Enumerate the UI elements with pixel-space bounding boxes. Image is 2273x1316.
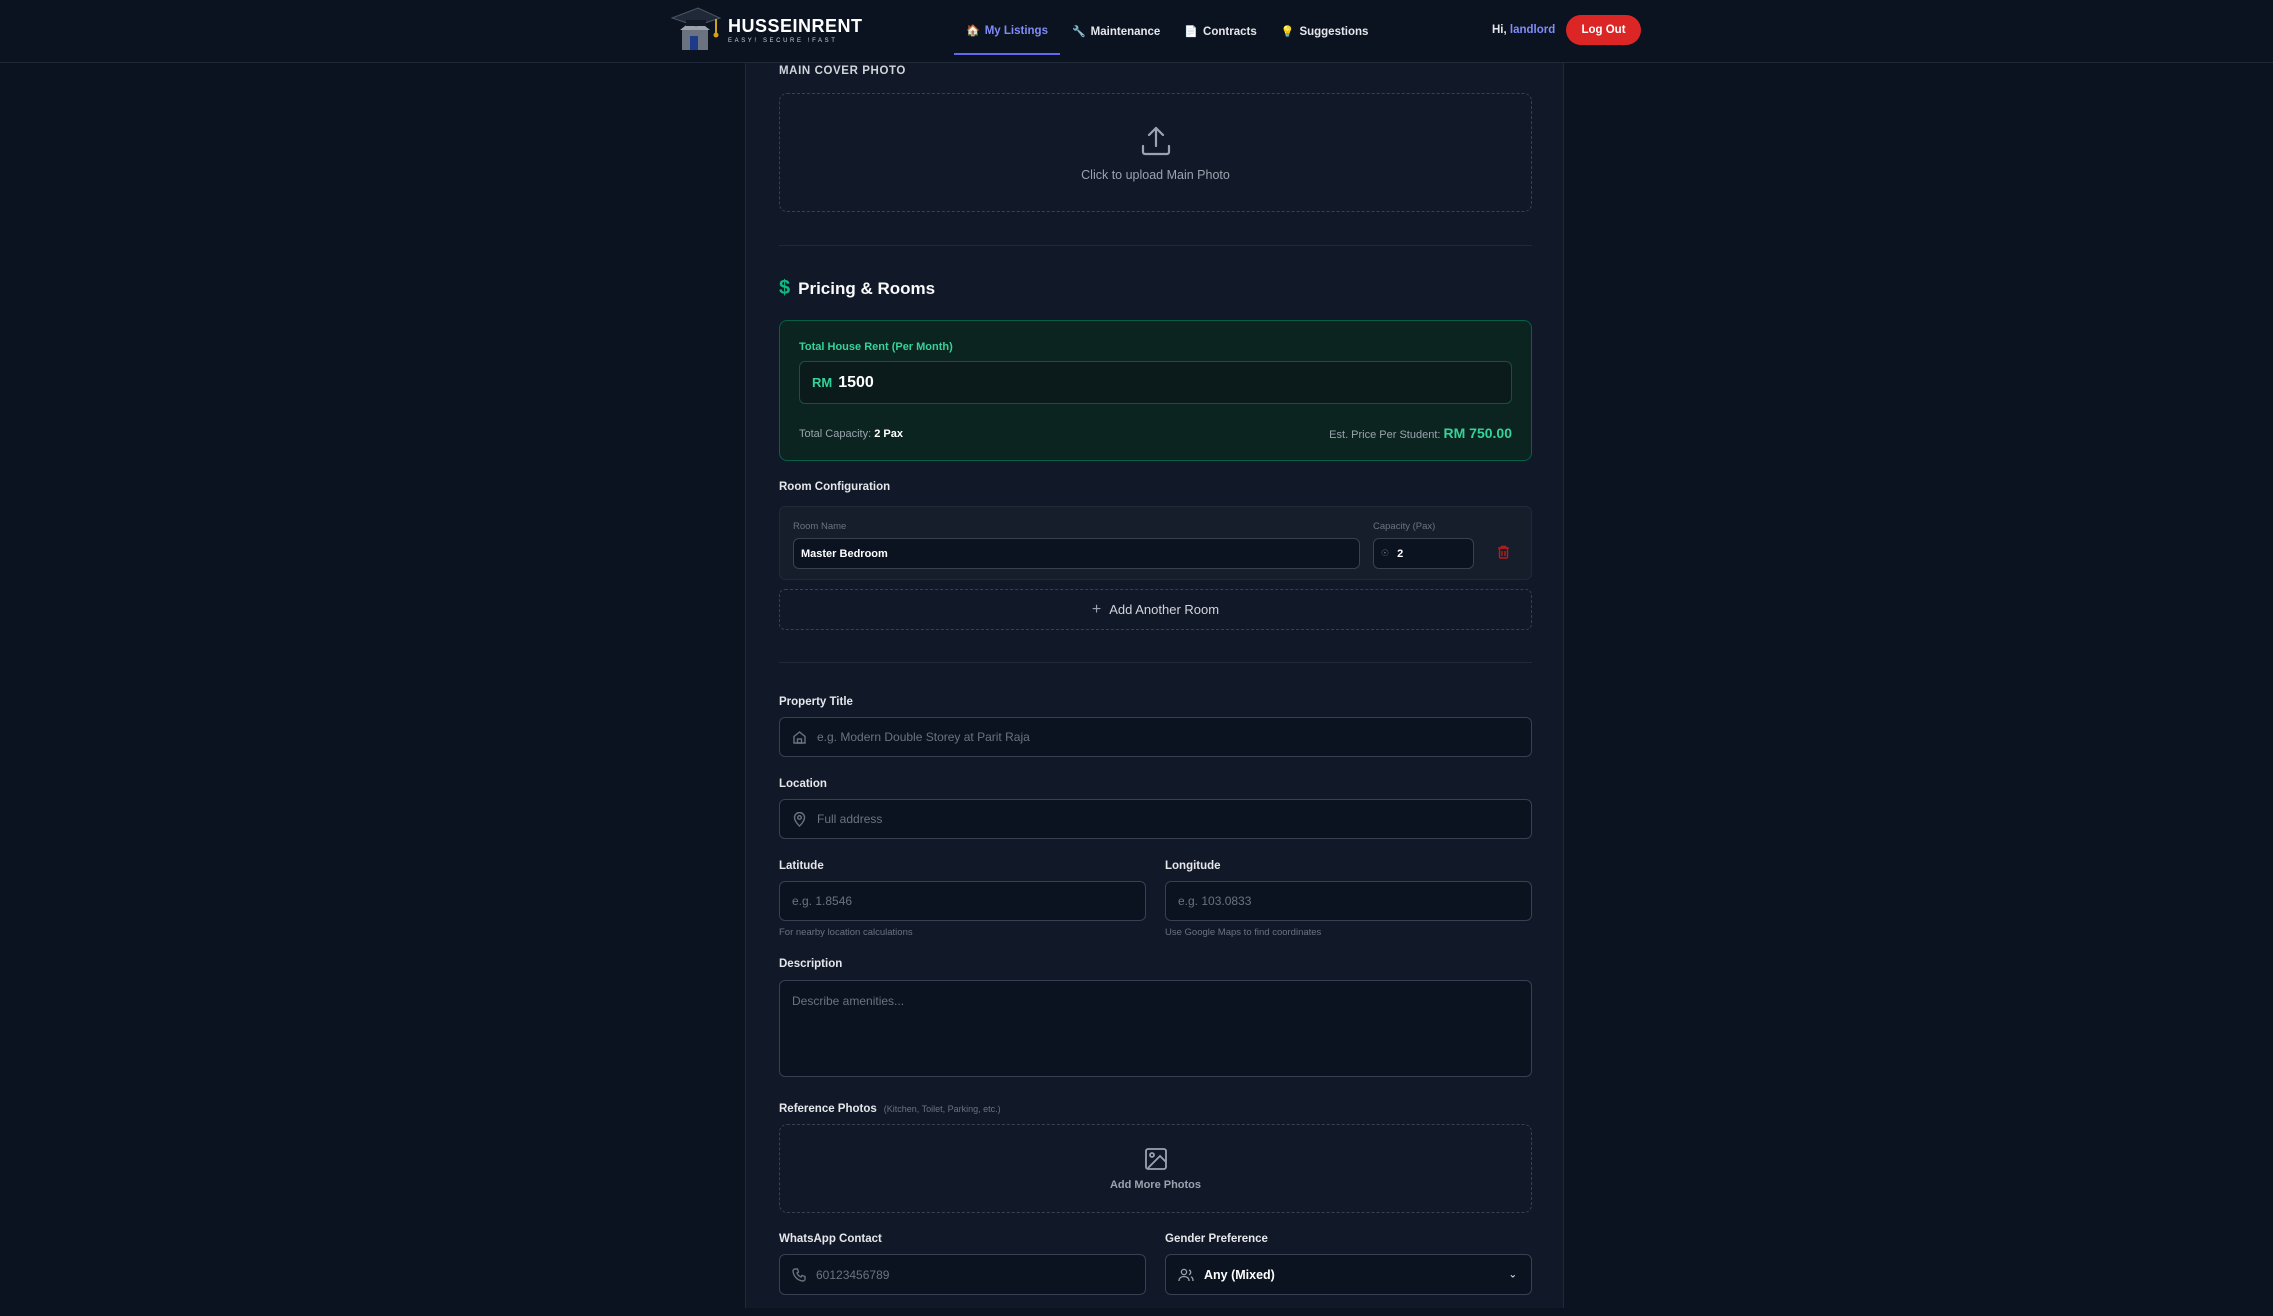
- reference-photos-upload[interactable]: Add More Photos: [779, 1124, 1532, 1213]
- user-greeting: Hi, landlord: [1492, 24, 1555, 36]
- latitude-hint: For nearby location calculations: [779, 927, 913, 938]
- document-icon: 📄: [1184, 26, 1199, 38]
- latitude-input[interactable]: e.g. 1.8546: [779, 881, 1146, 921]
- graduation-cap-house-icon: [670, 4, 722, 56]
- rent-input[interactable]: RM 1500: [799, 361, 1512, 404]
- map-pin-icon: [793, 811, 806, 827]
- est-label: Est. Price Per Student:: [1329, 429, 1441, 441]
- house-icon: 🏠: [966, 25, 980, 37]
- users-icon: [1178, 1268, 1194, 1281]
- top-navbar: HUSSEINRENT EASY! SECURE !FAST 🏠 My List…: [0, 0, 2273, 63]
- home-icon: [793, 730, 806, 744]
- room-row: Room Name Master Bedroom Capacity (Pax) …: [779, 506, 1532, 580]
- location-label: Location: [779, 778, 827, 790]
- brand-name: HUSSEINRENT: [728, 16, 863, 36]
- pricing-title: Pricing & Rooms: [798, 278, 936, 298]
- nav-label: Maintenance: [1090, 25, 1161, 38]
- nav-label: Suggestions: [1299, 25, 1369, 38]
- chevron-down-icon: ⌄: [1508, 1269, 1517, 1280]
- location-placeholder: Full address: [817, 812, 883, 826]
- latitude-label: Latitude: [779, 860, 824, 872]
- capacity-label: Total Capacity:: [799, 428, 872, 440]
- brand-logo[interactable]: HUSSEINRENT EASY! SECURE !FAST: [670, 4, 863, 56]
- property-title-input[interactable]: e.g. Modern Double Storey at Parit Raja: [779, 717, 1532, 757]
- gender-label: Gender Preference: [1165, 1233, 1268, 1245]
- add-photos-label: Add More Photos: [1109, 1178, 1202, 1191]
- property-title-label: Property Title: [779, 696, 853, 708]
- whatsapp-placeholder: 60123456789: [816, 1267, 890, 1282]
- upload-main-photo-text: Click to upload Main Photo: [1081, 167, 1230, 182]
- plus-icon: +: [1091, 600, 1102, 618]
- gender-select[interactable]: Any (Mixed) ⌄: [1165, 1254, 1532, 1295]
- wrench-icon: 🔧: [1071, 26, 1086, 38]
- lightbulb-icon: 💡: [1280, 26, 1295, 38]
- whatsapp-input[interactable]: 60123456789: [779, 1254, 1146, 1295]
- longitude-label: Longitude: [1165, 860, 1221, 872]
- rent-panel: Total House Rent (Per Month) RM 1500 Tot…: [779, 320, 1532, 461]
- logout-button[interactable]: Log Out: [1566, 15, 1641, 45]
- username: landlord: [1509, 24, 1556, 36]
- listing-form-card: MAIN COVER PHOTO Click to upload Main Ph…: [745, 63, 1564, 1308]
- main-photo-upload[interactable]: Click to upload Main Photo: [779, 93, 1532, 212]
- room-capacity-input[interactable]: ☉ 2: [1373, 538, 1474, 569]
- reference-photos-header: Reference Photos (Kitchen, Toilet, Parki…: [779, 1103, 1532, 1115]
- currency-prefix: RM: [812, 375, 833, 390]
- nav-suggestions[interactable]: 💡 Suggestions: [1269, 9, 1381, 55]
- brand-tagline: EASY! SECURE !FAST: [728, 38, 838, 44]
- upload-icon: [1141, 126, 1170, 155]
- main-photo-label: MAIN COVER PHOTO: [779, 65, 906, 77]
- people-icon: ☉: [1381, 548, 1390, 558]
- total-capacity: Total Capacity: 2 Pax: [799, 428, 903, 440]
- room-name-label: Room Name: [793, 521, 847, 532]
- room-capacity-value: 2: [1397, 547, 1404, 560]
- est-value: RM 750.00: [1443, 425, 1512, 441]
- description-label: Description: [779, 958, 843, 970]
- main-nav: 🏠 My Listings 🔧 Maintenance 📄 Contracts …: [954, 0, 1380, 63]
- property-title-placeholder: e.g. Modern Double Storey at Parit Raja: [817, 730, 1030, 744]
- nav-my-listings[interactable]: 🏠 My Listings: [954, 9, 1060, 55]
- nav-label: Contracts: [1203, 25, 1257, 38]
- reference-photos-label: Reference Photos: [779, 1103, 877, 1115]
- add-room-label: Add Another Room: [1109, 602, 1220, 617]
- dollar-icon: $: [779, 277, 791, 299]
- room-capacity-label: Capacity (Pax): [1373, 521, 1436, 532]
- room-name-input[interactable]: Master Bedroom: [793, 538, 1360, 569]
- room-config-label: Room Configuration: [779, 481, 891, 493]
- est-price: Est. Price Per Student: RM 750.00: [1329, 425, 1512, 441]
- longitude-input[interactable]: e.g. 103.0833: [1165, 881, 1532, 921]
- divider: [779, 662, 1532, 663]
- divider: [779, 245, 1532, 246]
- nav-label: My Listings: [984, 24, 1048, 37]
- nav-maintenance[interactable]: 🔧 Maintenance: [1060, 9, 1172, 55]
- greeting-text: Hi,: [1492, 24, 1507, 36]
- reference-photos-hint: (Kitchen, Toilet, Parking, etc.): [883, 1104, 1001, 1114]
- location-input[interactable]: Full address: [779, 799, 1532, 839]
- gender-value: Any (Mixed): [1204, 1267, 1275, 1282]
- trash-icon[interactable]: [1497, 545, 1510, 564]
- longitude-hint: Use Google Maps to find coordinates: [1165, 927, 1322, 938]
- pricing-header: $ Pricing & Rooms: [779, 277, 1532, 300]
- nav-contracts[interactable]: 📄 Contracts: [1172, 9, 1268, 55]
- capacity-value: 2 Pax: [874, 428, 903, 440]
- rent-label: Total House Rent (Per Month): [799, 341, 953, 353]
- description-textarea[interactable]: Describe amenities...: [779, 980, 1532, 1077]
- image-icon: [1144, 1147, 1167, 1170]
- phone-icon: [792, 1267, 806, 1282]
- whatsapp-label: WhatsApp Contact: [779, 1233, 882, 1245]
- rent-value: 1500: [838, 373, 874, 391]
- add-room-button[interactable]: + Add Another Room: [779, 589, 1532, 630]
